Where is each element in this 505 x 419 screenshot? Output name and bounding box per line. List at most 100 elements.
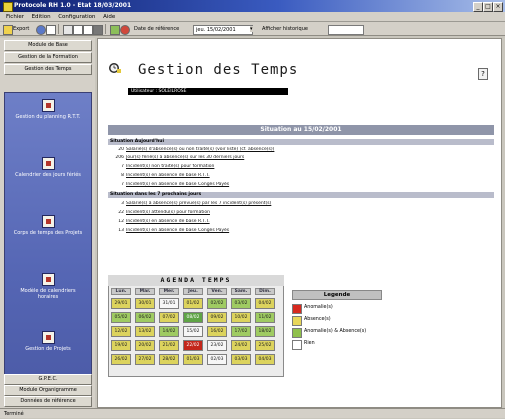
section-next-days: Situation dans les 7 prochains jours [108,192,494,198]
list-item[interactable]: 22 Incident(s) attendu(s) pour formation [112,210,482,216]
nav-project-times-label: Corps de temps des Projets [13,230,83,236]
window-title: Protocole RH 1.0 - Etat 18/03/2001 [14,2,132,9]
agenda-day-cell[interactable]: 20/02 [135,340,155,351]
list-item[interactable]: 8 Incident(s) en absence de base R.T.T. [112,173,482,179]
menu-file[interactable]: Fichier [6,12,24,22]
cut-icon[interactable] [63,25,73,35]
nav-project-times[interactable]: Corps de temps des Projets [5,215,91,236]
history-label[interactable]: Afficher historique [262,24,308,34]
swatch-white [292,340,302,350]
agenda-day-cell[interactable]: 04/03 [255,354,275,365]
agenda-day-cell[interactable]: 30/01 [135,298,155,309]
agenda-day-cell[interactable]: 12/02 [111,326,131,337]
agenda-day-cell[interactable]: 11/02 [255,312,275,323]
list-item[interactable]: 3 Salarié(s) à absence(s) prévue(s) par l… [112,201,482,207]
nav-rtt-planning-label: Gestion du planning R.T.T. [15,114,81,120]
sidebar-org-chart[interactable]: Module Organigramme [4,385,92,396]
list-item[interactable]: 7 Incident(s) non traité(s) pour formatio… [112,164,482,170]
export-icon[interactable] [3,25,13,35]
menu-help[interactable]: Aide [103,12,115,22]
agenda-day-cell[interactable]: 06/02 [135,312,155,323]
agenda-day-cell[interactable]: 25/02 [255,340,275,351]
document-icon[interactable] [46,25,56,35]
agenda-day-header: Sam. [231,288,251,295]
section-today: Situation Aujourd'hui [108,139,494,145]
agenda-day-cell[interactable]: 04/02 [255,298,275,309]
list-item[interactable]: 20 Salarié(s) d'absence(s) ou non traité(… [112,147,482,153]
list-item[interactable]: 12 Incident(s) en absence de base R.T.T. [112,219,482,225]
menu-configuration[interactable]: Configuration [58,12,95,22]
status-bar: Terminé [0,408,505,418]
agenda-day-cell[interactable]: 15/02 [183,326,203,337]
history-field[interactable] [328,25,364,35]
agenda-day-cell[interactable]: 08/02 [183,312,203,323]
paste-icon[interactable] [83,25,93,35]
agenda-day-cell[interactable]: 31/01 [159,298,179,309]
agenda-day-header: Dim. [255,288,275,295]
close-button[interactable]: × [493,2,503,12]
sidebar-reference-data[interactable]: Données de référence [4,396,92,407]
agenda-day-cell[interactable]: 02/02 [207,298,227,309]
title-bar: Protocole RH 1.0 - Etat 18/03/2001 _ □ × [0,0,505,12]
refresh-icon[interactable] [120,25,130,35]
agenda-day-cell[interactable]: 03/03 [231,354,251,365]
agenda-day-cell[interactable]: 14/02 [159,326,179,337]
agenda-day-cell[interactable]: 10/02 [231,312,251,323]
nav-rtt-planning[interactable]: Gestion du planning R.T.T. [5,99,91,120]
agenda-day-cell[interactable]: 05/02 [111,312,131,323]
agenda-day-cell[interactable]: 23/02 [207,340,227,351]
toolbar: Export Date de référence jeu. 15/02/2001… [0,22,505,36]
agenda-day-cell[interactable]: 18/02 [255,326,275,337]
agenda-day-cell[interactable]: 01/02 [183,298,203,309]
validate-icon[interactable] [110,25,120,35]
nav-schedule-models[interactable]: Modèle de calendriers horaires [5,273,91,300]
chevron-down-icon[interactable]: ▾ [250,26,256,32]
legend-item-absences: Absence(s) [292,315,382,326]
folder-icon [41,331,55,344]
agenda-day-cell[interactable]: 16/02 [207,326,227,337]
agenda-title: AGENDA TEMPS [108,275,284,286]
minimize-button[interactable]: _ [473,2,483,12]
agenda-day-cell[interactable]: 03/02 [231,298,251,309]
calendar-icon [41,99,55,112]
agenda-day-cell[interactable]: 02/03 [207,354,227,365]
list-item[interactable]: 13 Incident(s) en absence de base Congés … [112,228,482,234]
legend-item-anomalies: Anomalie(s) [292,303,382,314]
agenda-day-cell[interactable]: 22/02 [183,340,203,351]
export-button[interactable]: Export [13,24,29,34]
legend-item-both: Anomalie(s) & Absence(s) [292,327,382,338]
agenda-day-cell[interactable]: 13/02 [135,326,155,337]
agenda-day-cell[interactable]: 19/02 [111,340,131,351]
sidebar-time-management[interactable]: Gestion des Temps [4,64,92,75]
reference-date-field[interactable]: jeu. 15/02/2001 [193,25,253,35]
agenda-day-cell[interactable]: 07/02 [159,312,179,323]
agenda-day-cell[interactable]: 01/03 [183,354,203,365]
maximize-button[interactable]: □ [483,2,493,12]
swatch-red [292,304,302,314]
agenda-day-cell[interactable]: 27/02 [135,354,155,365]
agenda-day-cell[interactable]: 21/02 [159,340,179,351]
agenda-day-cell[interactable]: 09/02 [207,312,227,323]
sidebar-training[interactable]: Gestion de la Formation [4,52,92,63]
nav-projects-label: Gestion de Projets [25,346,71,352]
copy-icon[interactable] [73,25,83,35]
nav-holidays[interactable]: Calendrier des jours fériés [5,157,91,178]
sidebar-gpec[interactable]: G.P.E.C. [4,374,92,385]
nav-holidays-label: Calendrier des jours fériés [15,172,81,178]
agenda-day-cell[interactable]: 26/02 [111,354,131,365]
globe-icon[interactable] [36,25,46,35]
agenda-day-header: Mar. [135,288,155,295]
legend-item-none: Rien [292,339,382,350]
list-item[interactable]: 206 Jour(s) férié(s) à absence(s) sur les… [112,155,482,161]
menu-edit[interactable]: Edition [32,12,51,22]
agenda-day-cell[interactable]: 24/02 [231,340,251,351]
list-item[interactable]: 7 Incident(s) en absence de base Congés P… [112,182,482,188]
print-icon[interactable] [93,25,103,35]
agenda-day-cell[interactable]: 28/02 [159,354,179,365]
agenda-day-cell[interactable]: 29/01 [111,298,131,309]
situation-title: Situation au 15/02/2001 [108,125,494,135]
nav-projects[interactable]: Gestion de Projets [5,331,91,352]
help-button[interactable]: ? [478,68,488,80]
sidebar-base-module[interactable]: Module de Base [4,40,92,51]
agenda-day-cell[interactable]: 17/02 [231,326,251,337]
